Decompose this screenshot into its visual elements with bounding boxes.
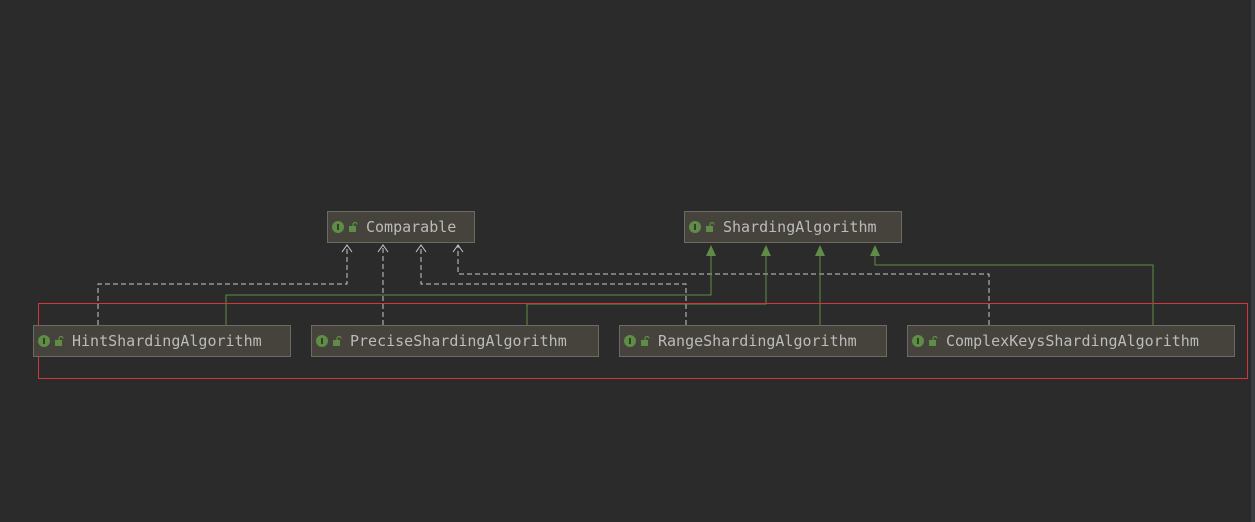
lock-icon <box>705 222 715 232</box>
scrollbar-track[interactable] <box>1251 0 1255 522</box>
interface-icon: I <box>689 221 701 233</box>
node-label: HintShardingAlgorithm <box>72 331 262 350</box>
node-sharding-algorithm[interactable]: I ShardingAlgorithm <box>684 211 902 243</box>
lock-icon <box>348 222 358 232</box>
arrowhead-extends <box>706 245 716 256</box>
interface-icon: I <box>624 335 636 347</box>
interface-icon: I <box>316 335 328 347</box>
node-complex-keys-sharding-algorithm[interactable]: I ComplexKeysShardingAlgorithm <box>907 325 1235 357</box>
node-precise-sharding-algorithm[interactable]: I PreciseShardingAlgorithm <box>311 325 599 357</box>
node-label: ComplexKeysShardingAlgorithm <box>946 331 1199 350</box>
interface-icon: I <box>38 335 50 347</box>
lock-icon <box>928 336 938 346</box>
node-label: PreciseShardingAlgorithm <box>350 331 567 350</box>
node-range-sharding-algorithm[interactable]: I RangeShardingAlgorithm <box>619 325 887 357</box>
node-hint-sharding-algorithm[interactable]: I HintShardingAlgorithm <box>33 325 291 357</box>
node-comparable[interactable]: I Comparable <box>327 211 475 243</box>
node-label: ShardingAlgorithm <box>723 217 877 236</box>
lock-icon <box>332 336 342 346</box>
diagram-edges <box>97 244 1154 325</box>
node-label: Comparable <box>366 217 457 236</box>
arrowhead-extends <box>761 245 771 256</box>
node-label: RangeShardingAlgorithm <box>658 331 857 350</box>
interface-icon: I <box>332 221 344 233</box>
lock-icon <box>640 336 650 346</box>
arrowhead-extends <box>815 245 825 256</box>
arrowhead-extends <box>870 245 880 256</box>
lock-icon <box>54 336 64 346</box>
interface-icon: I <box>912 335 924 347</box>
